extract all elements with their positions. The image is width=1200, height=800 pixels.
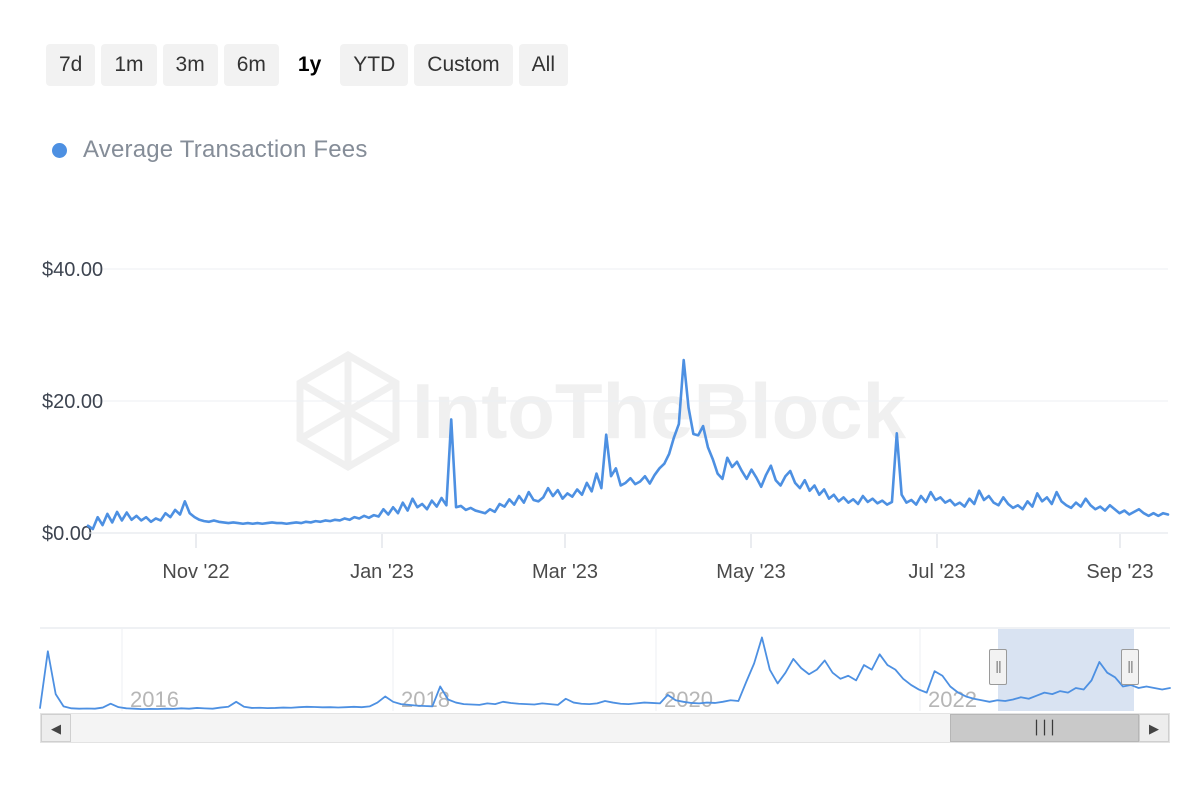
- x-axis-tick-label: Nov '22: [162, 561, 229, 583]
- y-axis-tick-label: $40.00: [42, 259, 103, 281]
- legend-series-dot-icon: [52, 142, 67, 158]
- range-button-6m[interactable]: 6m: [223, 44, 279, 86]
- watermark-intotheblock: IntoTheBlock: [296, 350, 907, 472]
- range-button-7d[interactable]: 7d: [46, 44, 96, 86]
- range-button-1m[interactable]: 1m: [101, 44, 157, 86]
- chart-gridlines: [88, 268, 1168, 402]
- range-button-all[interactable]: All: [518, 44, 568, 86]
- y-axis-tick-label: $20.00: [42, 391, 103, 413]
- x-axis-tick-label: Jan '23: [350, 561, 414, 583]
- range-button-3m[interactable]: 3m: [162, 44, 218, 86]
- range-button-ytd[interactable]: YTD: [340, 44, 409, 86]
- series-line-average-transaction-fees: [86, 358, 1170, 531]
- scrollbar-thumb-grip-icon: ∣∣∣: [1032, 719, 1057, 736]
- x-axis-tick-label: May '23: [716, 561, 785, 583]
- scrollbar-thumb[interactable]: ∣∣∣: [949, 714, 1139, 742]
- chart-legend[interactable]: Average Transaction Fees: [52, 136, 368, 164]
- range-button-1y[interactable]: 1y: [284, 44, 335, 86]
- scrollbar-track[interactable]: ∣∣∣: [71, 714, 1139, 742]
- x-axis-tick-label: Jul '23: [908, 561, 965, 583]
- scroll-right-arrow-icon[interactable]: ▶: [1139, 714, 1169, 742]
- navigator-handle-left[interactable]: ‖: [989, 649, 1007, 685]
- navigator-handle-right-grip-icon: ‖: [1126, 657, 1134, 677]
- range-selector[interactable]: 7d 1m 3m 6m 1y YTD Custom All: [46, 44, 568, 86]
- range-button-custom[interactable]: Custom: [414, 44, 513, 86]
- navigator-scrollbar[interactable]: ◀ ∣∣∣ ▶: [40, 713, 1170, 743]
- x-axis-labels: Nov '22 Jan '23 Mar '23 May '23 Jul '23 Sep '…: [162, 561, 1153, 583]
- y-axis-labels: $0.00 $20.00 $40.00: [42, 259, 103, 545]
- scroll-left-arrow-icon[interactable]: ◀: [41, 714, 71, 742]
- x-axis-ticks: [195, 534, 1121, 548]
- navigator-handle-right[interactable]: ‖: [1121, 649, 1139, 685]
- watermark-text: IntoTheBlock: [412, 367, 907, 455]
- legend-series-label: Average Transaction Fees: [83, 136, 368, 163]
- x-axis-tick-label: Sep '23: [1086, 561, 1153, 583]
- y-axis-tick-label: $0.00: [42, 523, 92, 545]
- x-axis-tick-label: Mar '23: [532, 561, 598, 583]
- navigator-handle-left-grip-icon: ‖: [994, 657, 1002, 677]
